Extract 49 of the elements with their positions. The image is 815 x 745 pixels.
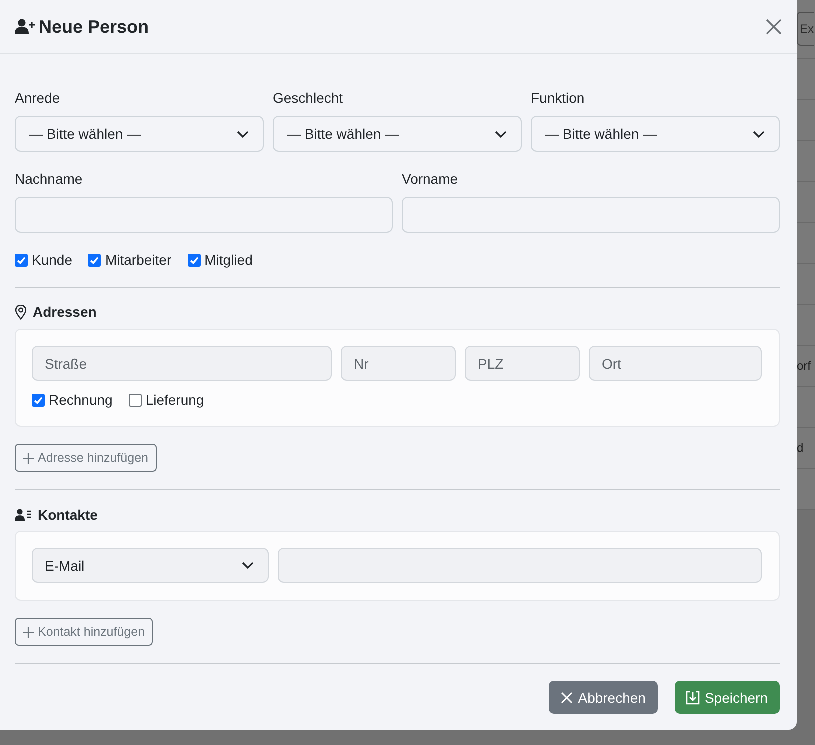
checkbox[interactable] — [15, 254, 28, 266]
checkbox-label: Rechnung — [49, 391, 113, 410]
select-field[interactable]: E-Mail — [32, 548, 269, 583]
input-field[interactable]: Nr — [341, 346, 456, 381]
cancel-button[interactable]: Abbrechen — [549, 681, 658, 714]
section-title: Kontakte — [38, 506, 98, 525]
toolbar-button[interactable]: Ex — [797, 12, 814, 46]
save-button[interactable]: Speichern — [674, 681, 780, 714]
add-contact-button[interactable]: Kontakt hinzufügen — [15, 618, 154, 646]
input-field[interactable]: Straße — [32, 346, 332, 381]
checkbox[interactable] — [128, 394, 142, 406]
contact-list-icon — [15, 509, 32, 521]
table-cell: orf — [797, 358, 812, 374]
text-input[interactable] — [278, 548, 762, 583]
input-field[interactable]: Ort — [589, 346, 762, 381]
field-label: Funktion — [531, 89, 585, 108]
chevron-icon — [237, 130, 249, 138]
plus-icon — [23, 626, 34, 638]
save-icon — [686, 690, 700, 704]
checkbox[interactable] — [32, 394, 45, 406]
checkbox-label: Mitarbeiter — [105, 251, 172, 270]
chevron-icon — [242, 562, 254, 569]
table-cell: d — [797, 440, 804, 456]
close-button[interactable] — [766, 18, 782, 34]
map-pin-icon — [15, 304, 27, 320]
close-icon — [766, 18, 782, 34]
checkbox[interactable] — [88, 254, 102, 266]
select-field[interactable]: — Bitte wählen — — [273, 116, 522, 152]
field-label: Nachname — [15, 170, 83, 189]
user-plus-icon — [15, 19, 35, 34]
checkbox-label: Mitglied — [204, 251, 253, 270]
checkbox[interactable] — [188, 254, 201, 266]
section-title: Adressen — [33, 303, 97, 322]
checkbox-label: Lieferung — [146, 391, 204, 410]
chevron-icon — [495, 130, 507, 138]
select-field[interactable]: — Bitte wählen — — [531, 116, 780, 152]
field-label: Anrede — [15, 89, 60, 108]
text-input[interactable] — [15, 197, 393, 233]
input-field[interactable]: PLZ — [465, 346, 580, 381]
close-icon — [561, 692, 574, 704]
field-label: Vorname — [402, 170, 458, 189]
select-field[interactable]: — Bitte wählen — — [15, 116, 264, 152]
plus-icon — [23, 452, 34, 464]
text-input[interactable] — [402, 197, 780, 233]
field-label: Geschlecht — [273, 89, 344, 108]
dialog-title: Neue Person — [39, 16, 150, 38]
checkbox-label: Kunde — [32, 251, 72, 270]
chevron-icon — [753, 130, 765, 138]
add-address-button[interactable]: Adresse hinzufügen — [15, 444, 156, 472]
